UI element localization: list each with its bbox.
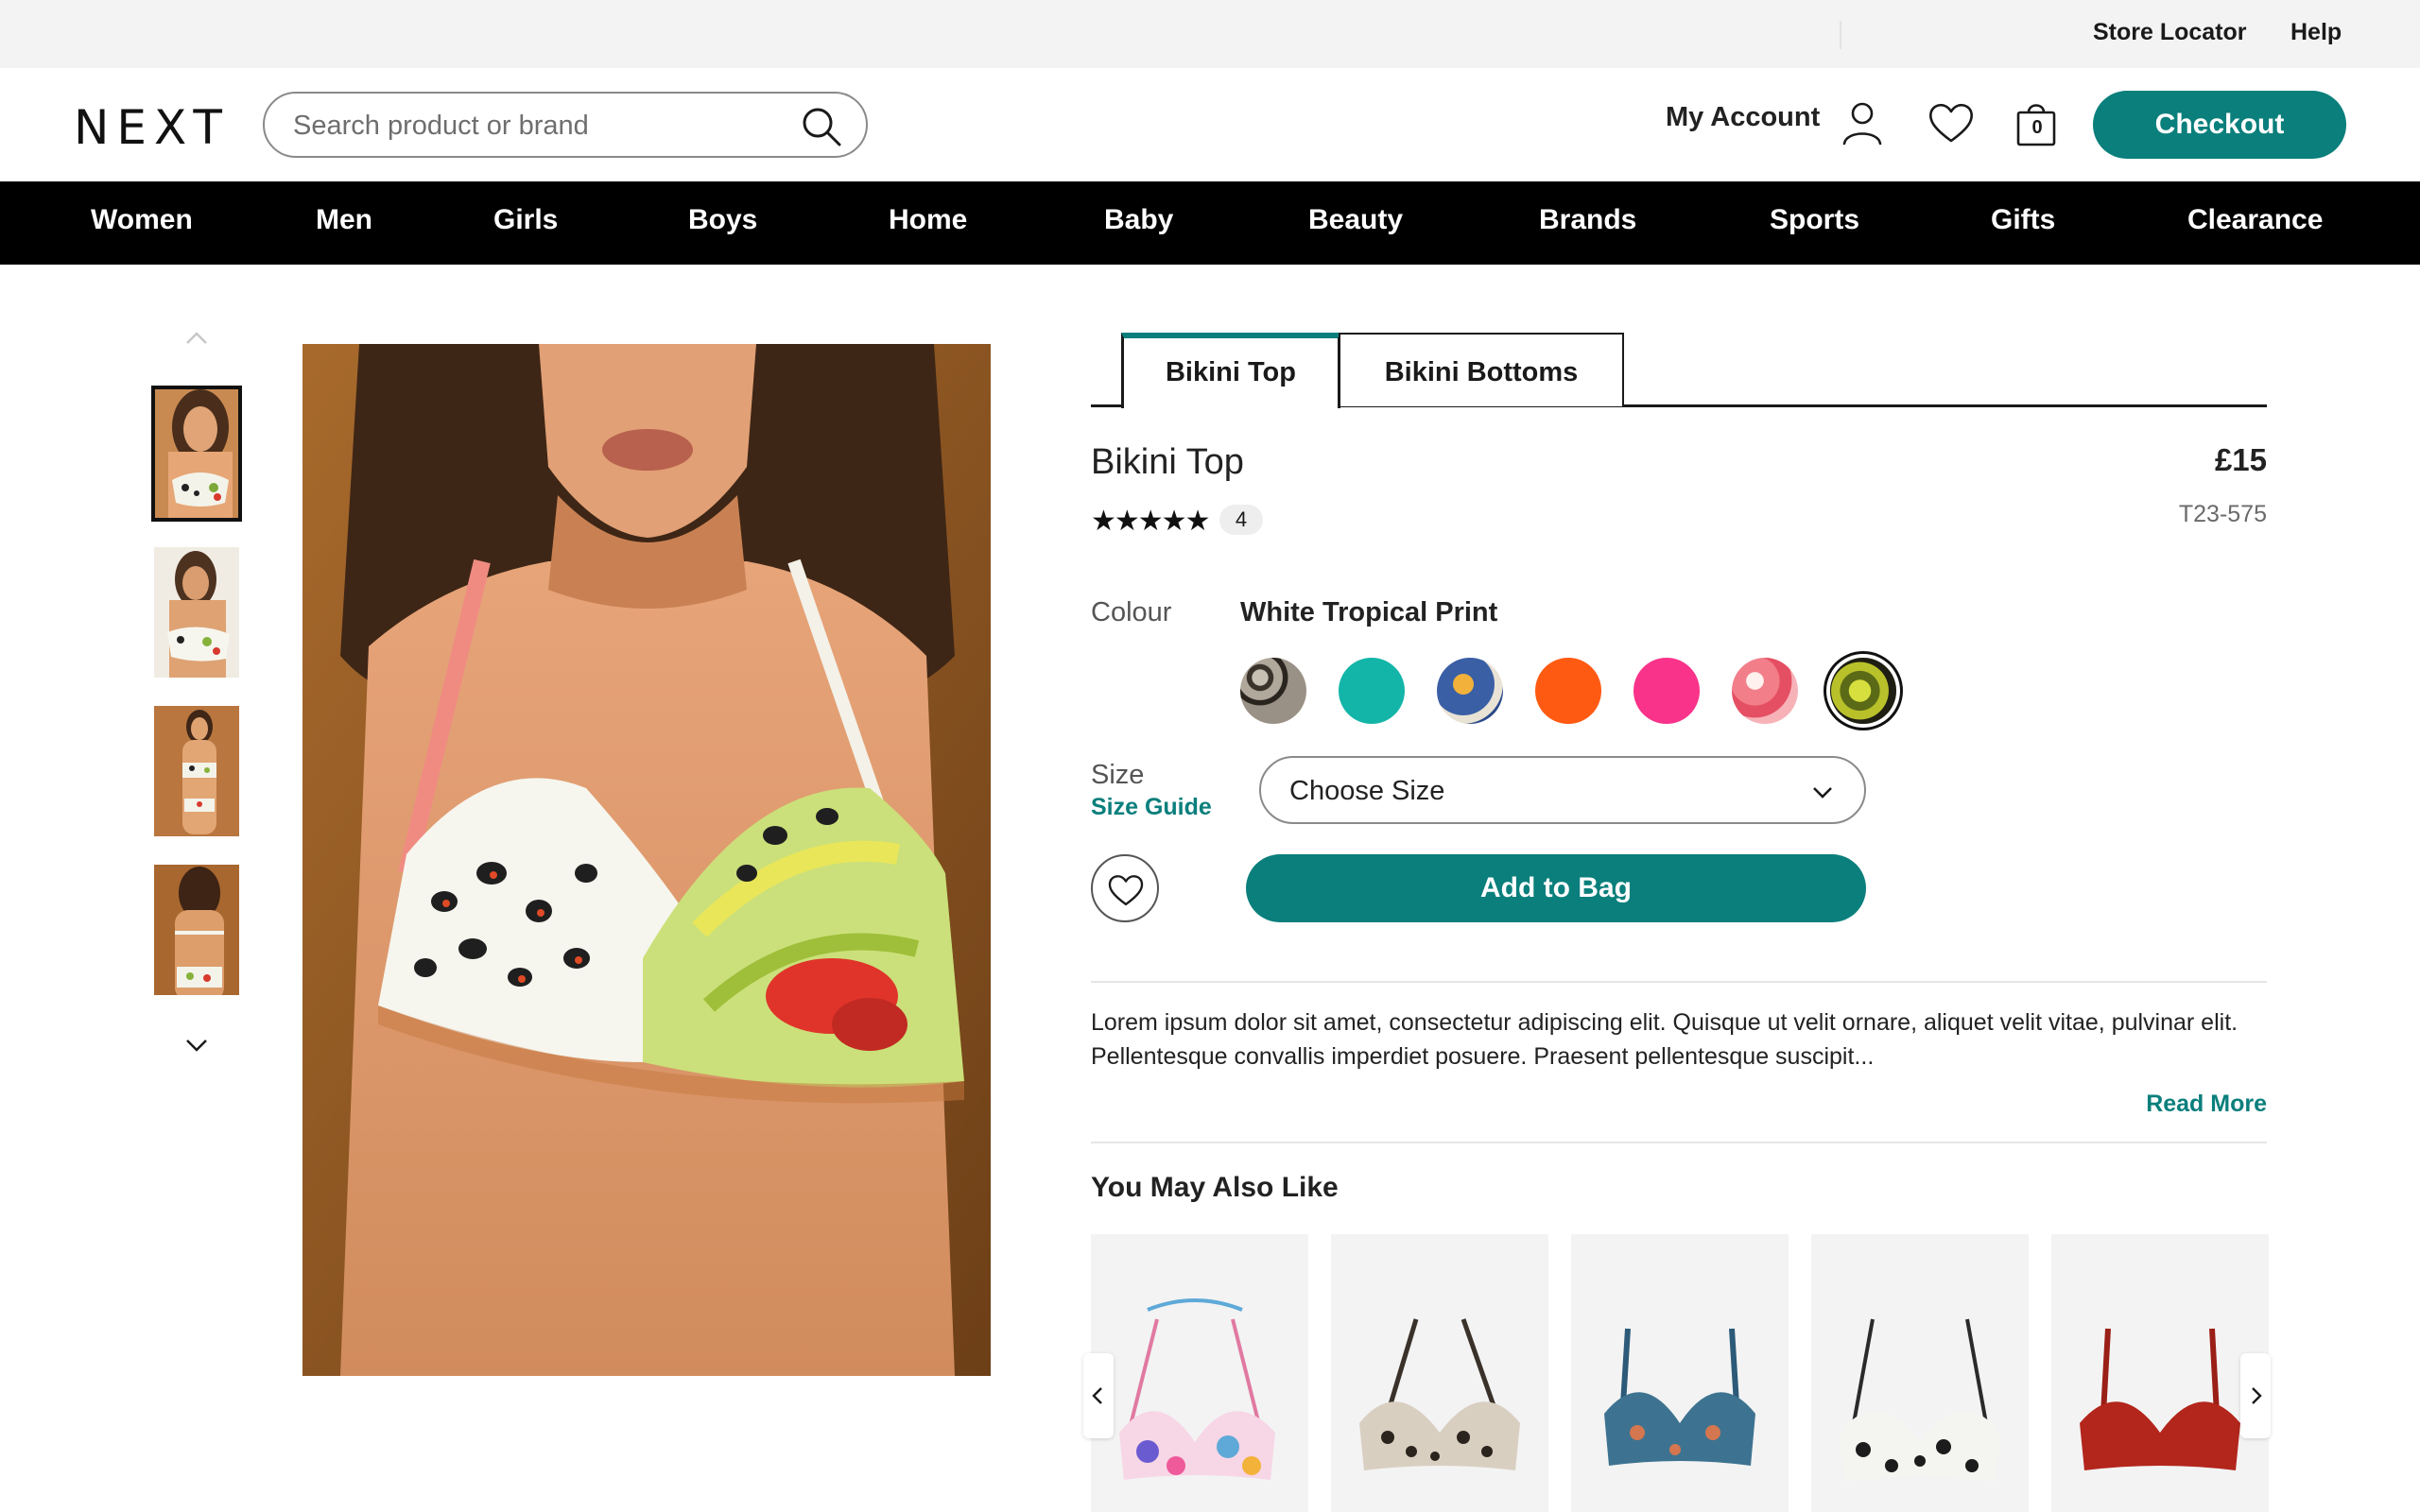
utility-divider [1840, 21, 1841, 49]
search-input[interactable] [293, 105, 785, 146]
colour-swatch-animal-print[interactable] [1240, 658, 1306, 724]
main-product-image[interactable] [302, 344, 991, 1376]
recommendation-card[interactable] [1571, 1234, 1789, 1512]
nav-item-beauty[interactable]: Beauty [1308, 204, 1403, 236]
main-nav: Women Men Girls Boys Home Baby Beauty Br… [0, 181, 2420, 265]
read-more-link[interactable]: Read More [2146, 1091, 2267, 1118]
recommendation-image [1840, 1318, 2000, 1482]
chevron-right-icon [2252, 1387, 2262, 1404]
colour-swatch-teal[interactable] [1339, 658, 1405, 724]
colour-value: White Tropical Print [1240, 597, 1498, 627]
nav-item-women[interactable]: Women [91, 204, 193, 236]
thumbnail-2-image [154, 547, 239, 678]
thumbnail-up-chevron-icon[interactable] [180, 321, 214, 355]
nav-item-gifts[interactable]: Gifts [1991, 204, 2055, 236]
thumbnail-2[interactable] [151, 544, 242, 680]
recommendation-image [2080, 1328, 2240, 1470]
thumbnail-1-image [155, 389, 238, 518]
nav-item-sports[interactable]: Sports [1770, 204, 1859, 236]
thumbnail-down-chevron-icon[interactable] [180, 1028, 214, 1062]
nav-item-men[interactable]: Men [316, 204, 372, 236]
recommendation-card[interactable] [1331, 1234, 1548, 1512]
search-bar[interactable] [263, 92, 868, 158]
size-label: Size [1091, 760, 1145, 790]
chevron-down-icon [1813, 787, 1832, 799]
product-description: Lorem ipsum dolor sit amet, consectetur … [1091, 1009, 2238, 1070]
next-logo[interactable]: NEXT [74, 100, 230, 155]
recommendation-image [1119, 1298, 1275, 1480]
colour-swatch-blue-print[interactable] [1437, 658, 1503, 724]
recommendation-card[interactable] [2051, 1234, 2269, 1512]
site-header: NEXT My Account 0 Checkout [0, 68, 2420, 181]
nav-item-baby[interactable]: Baby [1104, 204, 1173, 236]
nav-item-clearance[interactable]: Clearance [2187, 204, 2323, 236]
thumbnail-3[interactable] [151, 703, 242, 839]
size-select[interactable]: Choose Size [1259, 756, 1866, 824]
colour-swatch-white-tropical-print[interactable] [1830, 658, 1896, 724]
review-count-badge[interactable]: 4 [1219, 505, 1263, 535]
user-icon[interactable] [1836, 96, 1889, 149]
rating-stars-icon[interactable]: ★★★★★ [1091, 505, 1210, 538]
recommendation-card[interactable] [1091, 1234, 1308, 1512]
product-code: T23-575 [2178, 501, 2267, 527]
bag-count: 0 [2031, 117, 2043, 138]
product-title: Bikini Top [1091, 442, 1244, 482]
recommendation-image [1604, 1328, 1755, 1466]
utility-bar: Store Locator Help [0, 0, 2420, 68]
chevron-left-icon [1092, 1387, 1102, 1404]
size-select-value: Choose Size [1289, 776, 1445, 806]
nav-item-home[interactable]: Home [889, 204, 967, 236]
heart-icon [1108, 875, 1144, 906]
add-to-bag-button[interactable]: Add to Bag [1246, 854, 1866, 922]
thumbnail-1[interactable] [151, 386, 242, 522]
search-icon[interactable] [800, 105, 843, 148]
divider [1091, 1142, 2267, 1143]
colour-label: Colour [1091, 597, 1172, 627]
thumbnail-4[interactable] [151, 862, 242, 998]
size-guide-link[interactable]: Size Guide [1091, 794, 1212, 821]
store-locator-link[interactable]: Store Locator [2093, 19, 2247, 46]
carousel-next-button[interactable] [2240, 1353, 2271, 1438]
divider [1091, 981, 2267, 983]
product-price: £15 [2214, 442, 2267, 477]
also-like-title: You May Also Like [1091, 1172, 1339, 1203]
thumbnail-4-image [154, 865, 239, 995]
checkout-button[interactable]: Checkout [2093, 91, 2346, 159]
tab-bikini-bottoms[interactable]: Bikini Bottoms [1339, 333, 1624, 406]
wishlist-heart-icon[interactable] [1925, 96, 1978, 149]
nav-item-brands[interactable]: Brands [1539, 204, 1636, 236]
main-product-photo [302, 344, 991, 1376]
recommendation-card[interactable] [1811, 1234, 2029, 1512]
colour-swatch-pink[interactable] [1634, 658, 1700, 724]
thumbnail-3-image [154, 706, 239, 836]
add-to-wishlist-button[interactable] [1091, 854, 1159, 922]
my-account-link[interactable]: My Account [1666, 102, 1820, 133]
help-link[interactable]: Help [2290, 19, 2342, 46]
recommendation-image [1359, 1318, 1520, 1470]
carousel-prev-button[interactable] [1083, 1353, 1114, 1438]
colour-swatch-orange[interactable] [1535, 658, 1601, 724]
colour-swatch-pink-print[interactable] [1732, 658, 1798, 724]
nav-item-boys[interactable]: Boys [688, 204, 757, 236]
tab-bikini-top[interactable]: Bikini Top [1121, 333, 1340, 408]
nav-item-girls[interactable]: Girls [493, 204, 558, 236]
